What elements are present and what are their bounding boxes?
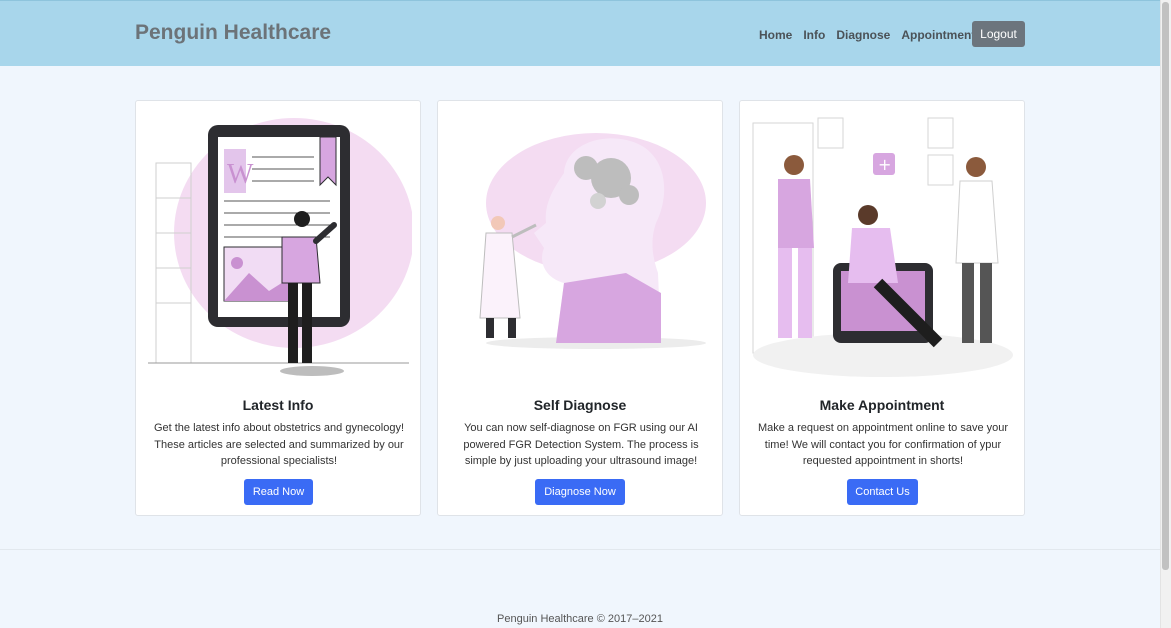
nav-link-diagnose[interactable]: Diagnose — [836, 28, 890, 42]
brand-logo[interactable]: Penguin Healthcare — [135, 21, 331, 45]
svg-text:+: + — [878, 155, 891, 174]
diagnose-now-button[interactable]: Diagnose Now — [535, 479, 625, 505]
card-title: Latest Info — [242, 397, 314, 413]
logout-button[interactable]: Logout — [972, 21, 1025, 47]
doctors-patient-illustration: + — [752, 117, 1013, 377]
navbar: Penguin Healthcare Home Info Diagnose Ap… — [0, 0, 1160, 66]
scrollbar-thumb[interactable] — [1162, 2, 1169, 570]
card-title: Self Diagnose — [533, 397, 627, 413]
card-title: Make Appointment — [819, 397, 945, 413]
contact-us-button[interactable]: Contact Us — [847, 479, 918, 505]
nav-link-home[interactable]: Home — [759, 28, 792, 42]
footer-divider — [0, 549, 1160, 550]
brain-puzzle-illustration — [479, 133, 706, 349]
footer-copyright: Penguin Healthcare © 2017–2021 — [497, 613, 663, 625]
card-latest-info: W Latest Info Get the latest info about … — [135, 100, 421, 516]
read-now-button[interactable]: Read Now — [244, 479, 313, 505]
card-text: Get the latest info about obstetrics and… — [153, 422, 405, 467]
svg-text:W: W — [227, 159, 254, 190]
card-make-appointment: + Make Appointment Make a request on app… — [739, 100, 1025, 516]
card-text: Make a request on appointment online to … — [757, 422, 1009, 467]
card-text: You can now self-diagnose on FGR using o… — [463, 422, 699, 467]
card-self-diagnose: Self Diagnose You can now self-diagnose … — [437, 100, 723, 516]
tablet-article-illustration: W — [148, 118, 412, 376]
scrollbar[interactable] — [1160, 0, 1171, 628]
nav-links: Home Info Diagnose Appointment — [759, 28, 975, 42]
nav-link-info[interactable]: Info — [803, 28, 825, 42]
nav-link-appointment[interactable]: Appointment — [901, 28, 975, 42]
